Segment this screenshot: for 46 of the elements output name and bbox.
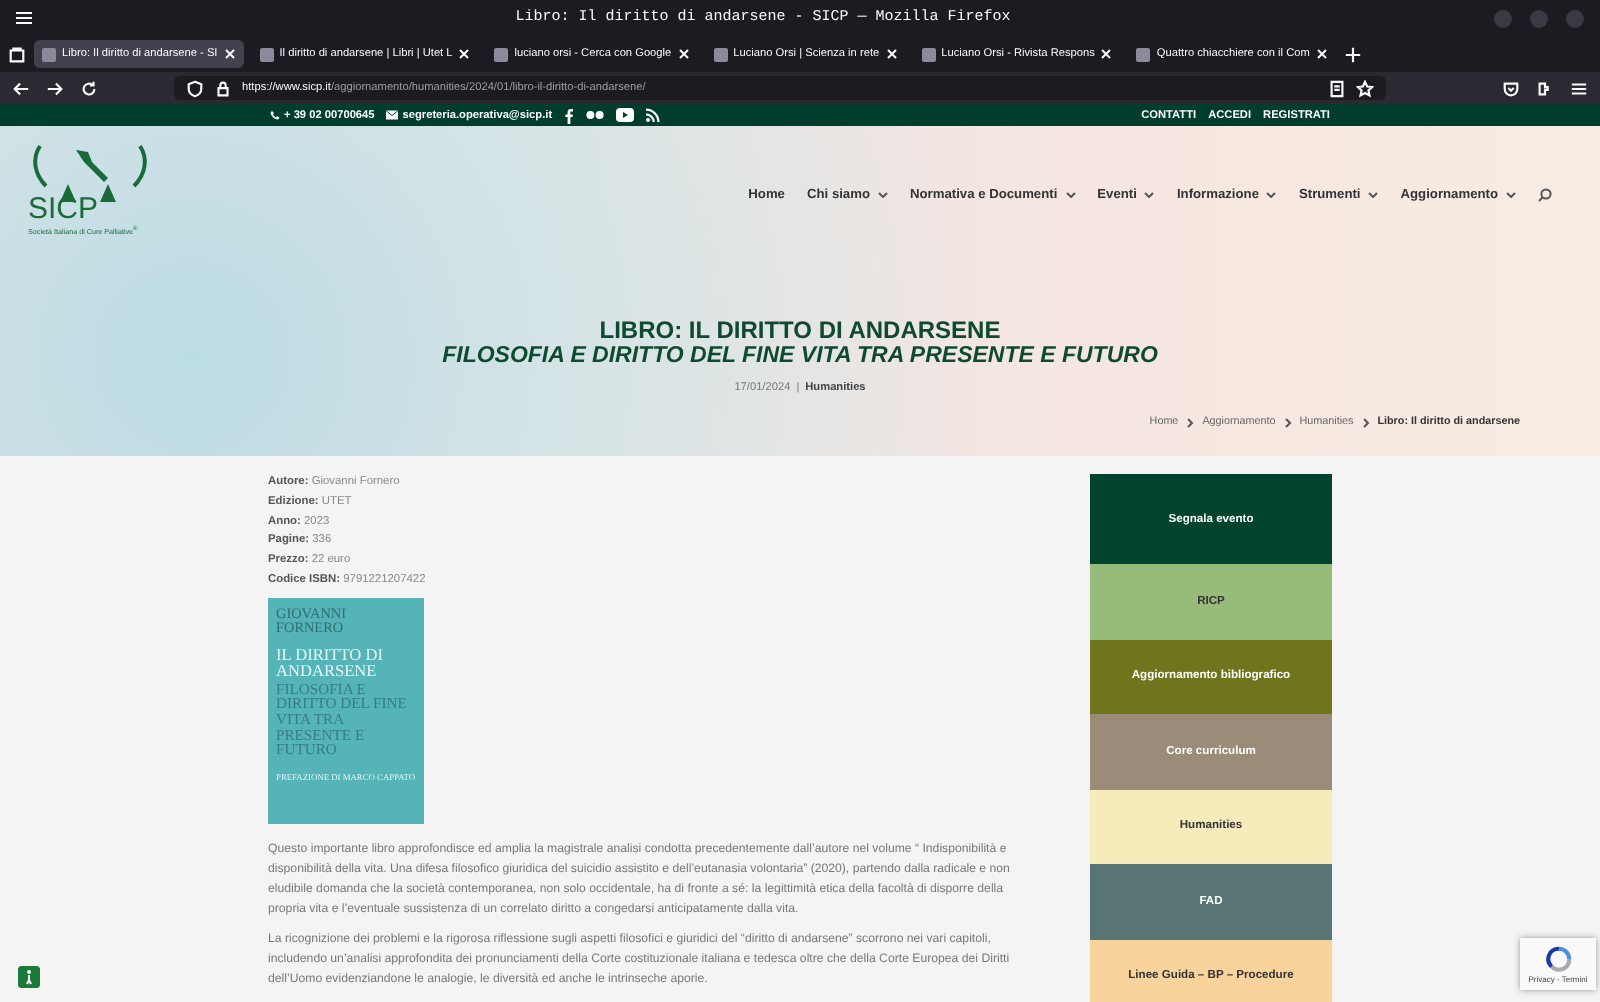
favicon-icon [259, 47, 274, 61]
search-icon[interactable] [1538, 188, 1552, 202]
back-icon[interactable] [12, 79, 30, 97]
reload-icon[interactable] [80, 79, 98, 97]
caret-icon [1144, 192, 1155, 198]
phone-icon [270, 110, 280, 120]
favicon-icon [494, 47, 509, 61]
tab-list-icon[interactable] [8, 45, 26, 63]
close-tab-icon[interactable] [1100, 48, 1113, 60]
pocket-icon[interactable] [1502, 79, 1520, 97]
favicon-icon [42, 47, 56, 61]
caret-icon [1368, 192, 1379, 198]
cover-title: IL DIRITTO DI ANDARSENE [276, 648, 385, 682]
favicon-icon [921, 47, 936, 61]
close-tab-icon[interactable] [223, 48, 236, 60]
favicon-icon [713, 47, 728, 61]
menu-icon[interactable] [16, 10, 32, 26]
youtube-icon[interactable] [616, 108, 635, 122]
reader-icon[interactable] [1328, 79, 1346, 97]
page-title: LIBRO: IL DIRITTO DI ANDARSENE [597, 318, 1003, 344]
shield-icon[interactable] [186, 79, 204, 97]
bookmark-star-icon[interactable] [1356, 79, 1374, 97]
extensions-icon[interactable] [1536, 79, 1554, 97]
chevron-icon [1186, 417, 1195, 427]
caret-icon [1266, 192, 1277, 198]
chevron-icon [1361, 417, 1370, 427]
close-tab-icon[interactable] [677, 48, 690, 60]
close-tab-icon[interactable] [1315, 48, 1328, 60]
caret-icon [878, 192, 888, 198]
rss-icon[interactable] [646, 108, 661, 122]
forward-icon[interactable] [46, 79, 64, 97]
caret-icon [1506, 192, 1516, 198]
app-menu-icon[interactable] [1570, 79, 1588, 97]
lock-icon[interactable] [214, 79, 232, 97]
envelope-icon [386, 110, 399, 120]
facebook-icon[interactable] [564, 107, 575, 123]
accessibility-icon[interactable] [18, 966, 40, 988]
close-tab-icon[interactable] [885, 48, 898, 60]
chevron-icon [1283, 417, 1292, 427]
new-tab-icon[interactable] [1343, 45, 1362, 63]
close-tab-icon[interactable] [458, 48, 471, 60]
favicon-icon [1136, 47, 1151, 61]
flickr-icon[interactable] [586, 110, 605, 120]
page-subtitle: FILOSOFIA E DIRITTO DEL FINE VITA TRA PRESENTE E FUTURO [440, 344, 1160, 370]
caret-icon [1065, 192, 1076, 198]
recaptcha-icon [1545, 945, 1571, 971]
